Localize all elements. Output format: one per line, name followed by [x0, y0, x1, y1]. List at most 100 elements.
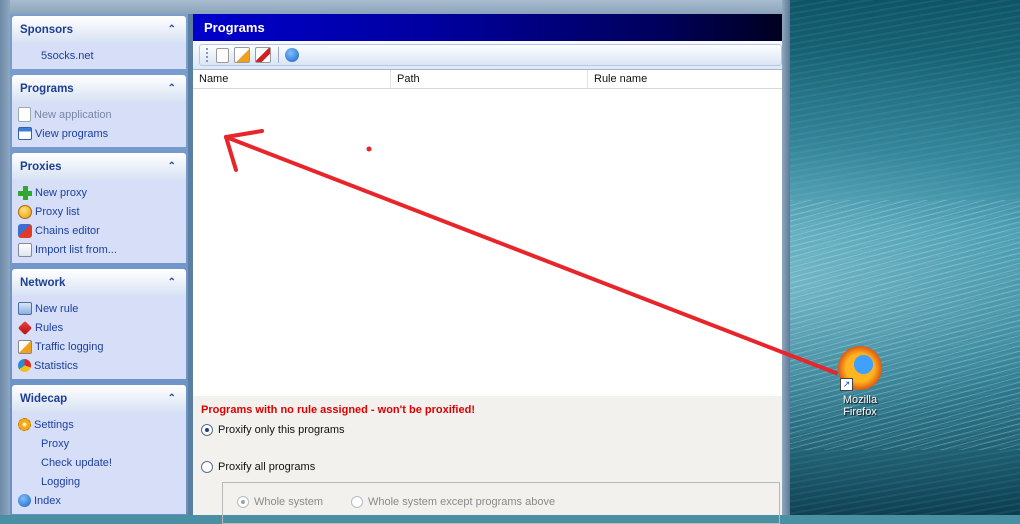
- programs-table-header: Name Path Rule name: [193, 70, 782, 89]
- group-body-proxies: New proxy Proxy list Chains editor Impor…: [12, 180, 186, 263]
- desktop-icon-label-line2: Firefox: [843, 406, 877, 418]
- pin-icon: [17, 320, 33, 335]
- sidebar-item-5socks[interactable]: 5socks.net: [12, 46, 186, 65]
- edit-icon[interactable]: [234, 47, 250, 63]
- column-header-name[interactable]: Name: [193, 70, 391, 88]
- group-widecap: Widecap ⌃ Settings Proxy Check update! L…: [12, 385, 186, 514]
- group-title: Sponsors: [20, 23, 74, 36]
- collapse-chevron-icon[interactable]: ⌃: [168, 161, 176, 172]
- group-header-proxies[interactable]: Proxies ⌃: [12, 153, 186, 180]
- toolbar-separator: [278, 47, 279, 63]
- chain-icon: [18, 223, 32, 238]
- globe-icon: [18, 204, 32, 219]
- radio-button: [237, 496, 249, 508]
- sidebar-item-chains-editor[interactable]: Chains editor: [12, 221, 186, 240]
- sidebar-item-statistics[interactable]: Statistics: [12, 356, 186, 375]
- import-icon: [18, 242, 32, 257]
- sidebar-item-label: Proxy: [41, 437, 70, 450]
- sidebar-item-new-rule[interactable]: New rule: [12, 299, 186, 318]
- delete-icon[interactable]: [255, 47, 271, 63]
- group-title: Widecap: [20, 392, 68, 405]
- radio-whole-system: Whole system: [237, 496, 323, 508]
- radio-whole-system-except: Whole system except programs above: [351, 496, 555, 508]
- group-header-network[interactable]: Network ⌃: [12, 269, 186, 296]
- group-proxies: Proxies ⌃ New proxy Proxy list Chains ed…: [12, 153, 186, 263]
- panel-title: Programs: [193, 14, 782, 41]
- collapse-chevron-icon[interactable]: ⌃: [168, 83, 176, 94]
- sidebar-item-check-update[interactable]: Check update!: [12, 453, 186, 472]
- sidebar: Sponsors ⌃ 5socks.net Programs ⌃ New app…: [10, 14, 188, 515]
- sidebar-item-proxy[interactable]: Proxy: [12, 434, 186, 453]
- radio-button[interactable]: [201, 461, 213, 473]
- radio-button[interactable]: [201, 424, 213, 436]
- info-icon: [18, 494, 31, 507]
- gear-icon: [18, 418, 31, 431]
- desktop-icon-label-line1: Mozilla: [842, 394, 878, 406]
- sidebar-item-label: Settings: [34, 418, 74, 431]
- sidebar-item-index[interactable]: Index: [12, 491, 186, 510]
- sidebar-item-label: Check update!: [41, 456, 112, 469]
- desktop-icon-firefox[interactable]: ↗ Mozilla Firefox: [830, 346, 890, 418]
- window-frame-right[interactable]: [782, 0, 790, 515]
- column-header-rule-name[interactable]: Rule name: [588, 70, 782, 88]
- group-body-sponsors: 5socks.net: [12, 43, 186, 69]
- group-title: Proxies: [20, 160, 62, 173]
- radio-label: Whole system: [254, 496, 324, 508]
- toolbar-grip[interactable]: [206, 48, 211, 62]
- plus-icon: [18, 185, 32, 200]
- collapse-chevron-icon[interactable]: ⌃: [168, 24, 176, 35]
- radio-proxify-all[interactable]: Proxify all programs: [201, 461, 315, 473]
- group-title: Programs: [20, 82, 74, 95]
- sidebar-item-label: Statistics: [34, 359, 79, 372]
- rule-icon: [18, 302, 32, 315]
- programs-table-body[interactable]: [193, 89, 782, 370]
- group-body-network: New rule Rules Traffic logging Statistic…: [12, 296, 186, 379]
- sidebar-item-label: Chains editor: [35, 224, 100, 237]
- collapse-chevron-icon[interactable]: ⌃: [168, 277, 176, 288]
- group-body-programs: New application View programs: [12, 102, 186, 147]
- shortcut-arrow-icon: ↗: [840, 378, 853, 391]
- no-rule-warning: Programs with no rule assigned - won't b…: [201, 404, 475, 416]
- new-document-icon[interactable]: [216, 47, 229, 63]
- radio-label: Whole system except programs above: [368, 496, 556, 508]
- sidebar-item-label: Index: [34, 494, 61, 507]
- radio-proxify-only[interactable]: Proxify only this programs: [201, 424, 345, 436]
- sidebar-item-view-programs[interactable]: View programs: [12, 124, 186, 143]
- window-icon: [18, 127, 32, 140]
- desktop-wallpaper-pattern: [790, 200, 1020, 450]
- sidebar-item-new-proxy[interactable]: New proxy: [12, 183, 186, 202]
- sidebar-item-label: Logging: [41, 475, 81, 488]
- document-icon: [18, 107, 31, 122]
- group-body-widecap: Settings Proxy Check update! Logging Ind…: [12, 412, 186, 514]
- info-icon[interactable]: [285, 48, 299, 62]
- sidebar-item-rules[interactable]: Rules: [12, 318, 186, 337]
- sidebar-item-label: Proxy list: [35, 205, 80, 218]
- group-network: Network ⌃ New rule Rules Traffic logging: [12, 269, 186, 379]
- collapse-chevron-icon[interactable]: ⌃: [168, 393, 176, 404]
- sidebar-item-proxy-list[interactable]: Proxy list: [12, 202, 186, 221]
- programs-panel: Programs Name Path Rule name Programs wi…: [193, 14, 782, 524]
- sidebar-item-label: 5socks.net: [41, 49, 94, 62]
- group-header-widecap[interactable]: Widecap ⌃: [12, 385, 186, 412]
- group-title: Network: [20, 276, 66, 289]
- group-header-programs[interactable]: Programs ⌃: [12, 75, 186, 102]
- sidebar-item-logging[interactable]: Logging: [12, 472, 186, 491]
- group-programs: Programs ⌃ New application View programs: [12, 75, 186, 147]
- radio-button: [351, 496, 363, 508]
- desktop-icon-label: Mozilla Firefox: [830, 394, 890, 418]
- pencil-icon: [18, 339, 32, 354]
- radio-label: Proxify only this programs: [218, 424, 345, 436]
- sidebar-item-settings[interactable]: Settings: [12, 415, 186, 434]
- sidebar-item-import-list[interactable]: Import list from...: [12, 240, 186, 259]
- window-top-edge: [0, 0, 790, 14]
- column-header-path[interactable]: Path: [391, 70, 588, 88]
- sidebar-item-traffic-logging[interactable]: Traffic logging: [12, 337, 186, 356]
- toolbar-strip: [199, 44, 782, 66]
- sidebar-item-label: Rules: [35, 321, 64, 334]
- app-window: Sponsors ⌃ 5socks.net Programs ⌃ New app…: [0, 0, 790, 524]
- toolbar: [193, 41, 782, 70]
- sidebar-item-label: Traffic logging: [35, 340, 104, 353]
- sidebar-item-label: View programs: [35, 127, 109, 140]
- group-header-sponsors[interactable]: Sponsors ⌃: [12, 16, 186, 43]
- sidebar-item-new-application[interactable]: New application: [12, 105, 186, 124]
